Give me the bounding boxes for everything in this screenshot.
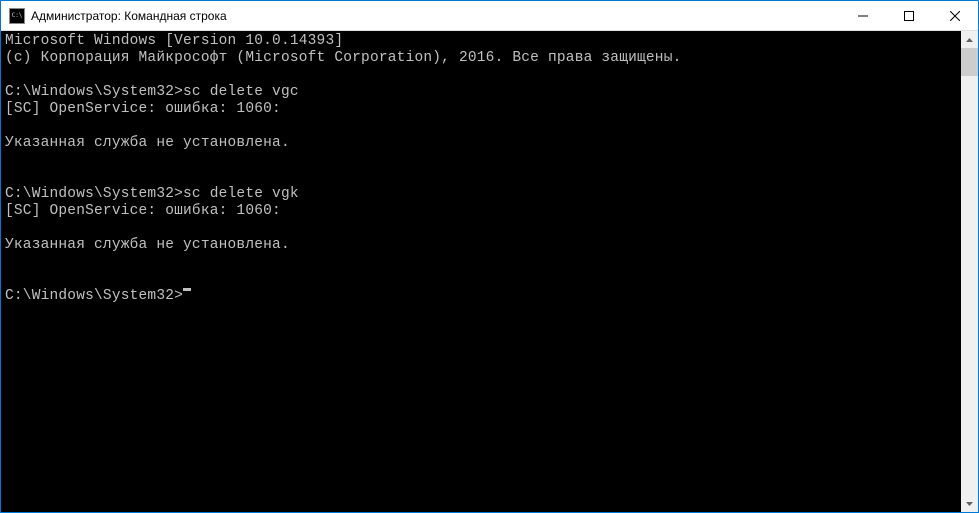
cursor [183, 288, 191, 291]
minimize-icon [858, 11, 868, 21]
prompt-text: C:\Windows\System32> [5, 288, 183, 305]
terminal-output[interactable]: Microsoft Windows [Version 10.0.14393](c… [1, 31, 961, 512]
content-area: Microsoft Windows [Version 10.0.14393](c… [1, 31, 978, 512]
scroll-thumb[interactable] [961, 48, 978, 76]
terminal-line [5, 118, 961, 135]
command-prompt-window: Администратор: Командная строка Microsof… [0, 0, 979, 513]
window-title: Администратор: Командная строка [31, 9, 840, 23]
terminal-line: Microsoft Windows [Version 10.0.14393] [5, 33, 961, 50]
terminal-line: (c) Корпорация Майкрософт (Microsoft Cor… [5, 50, 961, 67]
minimize-button[interactable] [840, 1, 886, 30]
terminal-line: Указанная служба не установлена. [5, 135, 961, 152]
window-controls [840, 1, 978, 30]
terminal-line: C:\Windows\System32>sc delete vgk [5, 186, 961, 203]
terminal-line [5, 169, 961, 186]
maximize-button[interactable] [886, 1, 932, 30]
chevron-up-icon [966, 38, 973, 42]
terminal-line: [SC] OpenService: ошибка: 1060: [5, 101, 961, 118]
close-icon [950, 11, 960, 21]
terminal-line [5, 254, 961, 271]
terminal-line: C:\Windows\System32>sc delete vgc [5, 84, 961, 101]
vertical-scrollbar[interactable] [961, 31, 978, 512]
scroll-down-button[interactable] [961, 495, 978, 512]
close-button[interactable] [932, 1, 978, 30]
cmd-icon [9, 8, 25, 24]
maximize-icon [904, 11, 914, 21]
scroll-up-button[interactable] [961, 31, 978, 48]
terminal-line [5, 152, 961, 169]
terminal-prompt[interactable]: C:\Windows\System32> [5, 288, 961, 305]
terminal-line [5, 220, 961, 237]
scroll-track[interactable] [961, 48, 978, 495]
terminal-line [5, 271, 961, 288]
terminal-line [5, 67, 961, 84]
chevron-down-icon [966, 502, 973, 506]
titlebar[interactable]: Администратор: Командная строка [1, 1, 978, 31]
terminal-line: Указанная служба не установлена. [5, 237, 961, 254]
terminal-line: [SC] OpenService: ошибка: 1060: [5, 203, 961, 220]
